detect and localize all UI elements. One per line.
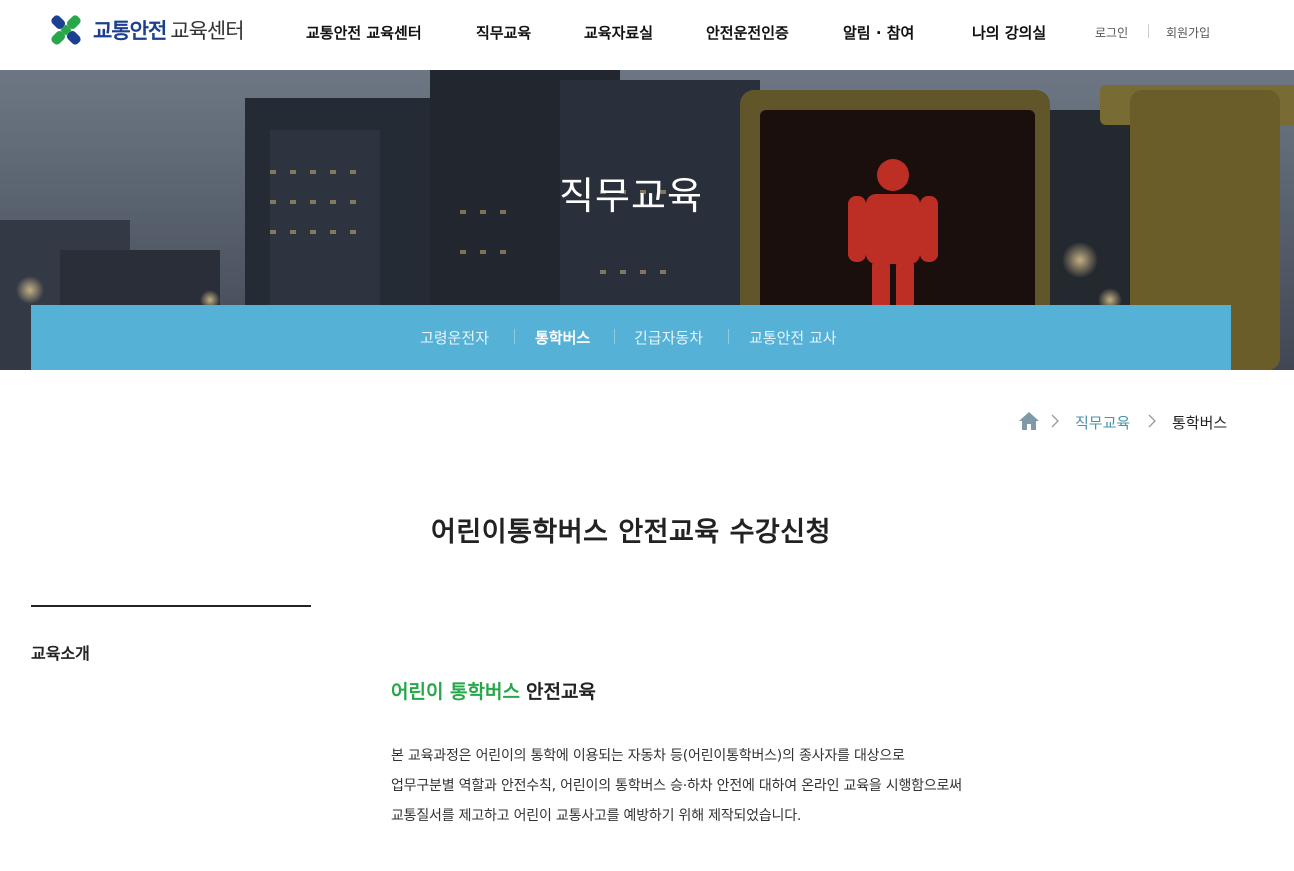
hero-title: 직무교육 (559, 174, 703, 218)
intro-paragraph-line: 교통질서를 제고하고 어린이 교통사고를 예방하기 위해 제작되었습니다. (391, 808, 802, 824)
util-divider (1148, 24, 1149, 38)
sidebar-divider (31, 605, 311, 607)
intro-paragraph-line: 업무구분별 역할과 안전수칙, 어린이의 통학버스 승·하차 안전에 대하여 온… (391, 778, 962, 794)
subnav-divider (614, 329, 615, 344)
subnav-item-elderly-driver[interactable]: 고령운전자 (420, 327, 489, 348)
gnb-item-notice[interactable]: 알림 · 참여 (843, 22, 914, 43)
gnb-item-my-classroom[interactable]: 나의 강의실 (972, 22, 1046, 43)
breadcrumb-job-training[interactable]: 직무교육 (1075, 412, 1130, 433)
subnav-item-emergency-vehicle[interactable]: 긴급자동차 (634, 327, 703, 348)
signup-link[interactable]: 회원가입 (1166, 24, 1210, 41)
intro-paragraph-line: 본 교육과정은 어린이의 통학에 이용되는 자동차 등(어린이통학버스)의 종사… (391, 748, 905, 764)
gnb-item-safe-driving-cert[interactable]: 안전운전인증 (706, 22, 789, 43)
subnav-item-school-bus[interactable]: 통학버스 (535, 327, 590, 348)
subnav-item-safety-teacher[interactable]: 교통안전 교사 (749, 327, 837, 348)
site-header: 교통안전 교육센터 교통안전 교육센터 직무교육 교육자료실 안전운전인증 알림… (0, 0, 1294, 70)
section-heading-rest: 안전교육 (525, 681, 596, 703)
gnb-item-resources[interactable]: 교육자료실 (584, 22, 653, 43)
breadcrumb-current: 통학버스 (1172, 414, 1228, 432)
logo-text-sub: 교육센터 (170, 19, 244, 43)
chevron-right-icon (1051, 414, 1059, 428)
site-logo[interactable]: 교통안전 교육센터 (45, 10, 245, 50)
sidebar-label: 교육소개 (31, 644, 90, 663)
logo-mark-icon (51, 15, 81, 45)
home-icon[interactable] (1018, 411, 1040, 431)
gnb-item-center[interactable]: 교통안전 교육센터 (306, 22, 422, 43)
section-heading-highlight: 어린이 통학버스 (391, 681, 520, 703)
logo-text-brand: 교통안전 (93, 19, 167, 43)
page-title: 어린이통학버스 안전교육 수강신청 (431, 517, 831, 548)
login-link[interactable]: 로그인 (1095, 24, 1128, 41)
gnb-item-job-training[interactable]: 직무교육 (476, 22, 531, 43)
sub-navigation: 고령운전자 통학버스 긴급자동차 교통안전 교사 (31, 305, 1231, 370)
section-heading: 어린이 통학버스 안전교육 (391, 677, 596, 704)
chevron-right-icon (1148, 414, 1156, 428)
subnav-divider (728, 329, 729, 344)
subnav-divider (514, 329, 515, 344)
